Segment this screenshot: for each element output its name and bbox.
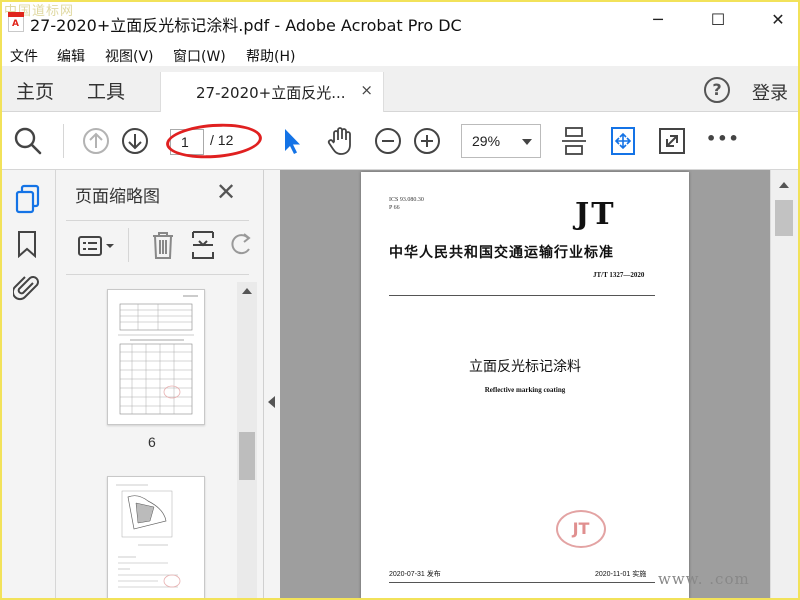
panel-divider xyxy=(66,274,249,275)
document-subtitle: Reflective marking coating xyxy=(484,386,566,394)
menu-view[interactable]: 视图(V) xyxy=(105,46,154,66)
chevron-down-icon xyxy=(522,139,532,145)
rotate-page-icon[interactable] xyxy=(230,232,252,258)
implement-date: 2020-11-01 实施 xyxy=(595,571,647,578)
pdf-page: ICS 93.080.30 P 66 JT 中华人民共和国交通运输行业标准 JT… xyxy=(361,172,689,600)
zoom-in-icon[interactable] xyxy=(411,125,443,157)
zoom-out-icon[interactable] xyxy=(372,125,404,157)
login-button[interactable]: 登录 xyxy=(752,79,788,105)
tab-close-icon[interactable]: × xyxy=(360,81,373,99)
search-icon[interactable] xyxy=(12,125,44,157)
thumbnail-panel: 页面缩略图 ✕ 6 xyxy=(56,170,264,600)
extract-pages-icon[interactable] xyxy=(190,230,216,260)
thumbnail-page-6-preview xyxy=(118,295,198,415)
zoom-select[interactable]: 29% xyxy=(461,124,541,158)
thumbnail-options-icon[interactable] xyxy=(78,234,116,260)
window-title: 27-2020+立面反光标记涂料.pdf - Adobe Acrobat Pro… xyxy=(30,16,462,35)
panel-divider xyxy=(66,220,249,221)
thumbnail-scrollbar[interactable] xyxy=(237,282,257,600)
minimize-button[interactable]: ─ xyxy=(648,10,668,30)
full-screen-icon[interactable] xyxy=(656,125,688,157)
standard-name: 中华人民共和国交通运输行业标准 xyxy=(389,245,614,261)
fit-width-icon[interactable] xyxy=(558,125,590,157)
jt-logo: JT xyxy=(575,197,616,232)
delete-page-icon[interactable] xyxy=(150,230,176,260)
document-view[interactable]: ICS 93.080.30 P 66 JT 中华人民共和国交通运输行业标准 JT… xyxy=(280,170,770,600)
tab-document-label: 27-2020+立面反光... xyxy=(196,84,346,102)
issue-date: 2020-07-31 发布 xyxy=(389,571,441,578)
page-fit-icon[interactable] xyxy=(607,125,639,157)
menu-window[interactable]: 窗口(W) xyxy=(173,46,226,66)
more-tools-icon[interactable]: ••• xyxy=(706,129,740,148)
bookmark-icon[interactable] xyxy=(16,230,38,258)
previous-page-icon[interactable] xyxy=(80,125,112,157)
acrobat-app-icon xyxy=(8,12,24,32)
menu-file[interactable]: 文件 xyxy=(10,46,38,66)
watermark-bottom: www. .com xyxy=(658,570,750,588)
ics-code-line: ICS 93.080.30 xyxy=(389,197,424,203)
thumbnail-page-6[interactable] xyxy=(107,289,205,425)
next-page-icon[interactable] xyxy=(119,125,151,157)
scroll-up-icon[interactable] xyxy=(242,288,252,294)
attachment-icon[interactable] xyxy=(13,274,41,302)
header-rule xyxy=(389,295,655,296)
tab-row: 主页 工具 27-2020+立面反光... × ? 登录 xyxy=(0,66,800,112)
zoom-value: 29% xyxy=(472,133,501,149)
toolbar: 1 / 12 29% ••• xyxy=(0,112,800,170)
jt-seal: JT xyxy=(556,510,606,548)
maximize-button[interactable]: ☐ xyxy=(708,10,728,30)
toolbar-divider xyxy=(63,124,64,158)
thumbnail-page-label: 6 xyxy=(148,434,156,450)
document-title: 立面反光标记涂料 xyxy=(469,359,581,375)
thumbnail-page-7[interactable] xyxy=(107,476,205,600)
document-scrollbar-thumb[interactable] xyxy=(775,200,793,236)
panel-tool-divider xyxy=(128,228,129,262)
thumbnail-scrollbar-thumb[interactable] xyxy=(239,432,255,480)
collapse-left-icon[interactable] xyxy=(268,396,275,408)
panel-close-icon[interactable]: ✕ xyxy=(216,178,236,206)
tab-document[interactable]: 27-2020+立面反光... × xyxy=(160,72,384,112)
hand-tool-icon[interactable] xyxy=(324,125,356,157)
panel-collapse-handle[interactable] xyxy=(264,170,280,600)
left-navigation-rail xyxy=(0,170,56,600)
footer-rule xyxy=(389,582,655,583)
title-bar: 中国道标网 27-2020+立面反光标记涂料.pdf - Adobe Acrob… xyxy=(0,0,800,44)
menu-help[interactable]: 帮助(H) xyxy=(246,46,295,66)
menu-bar: 文件 编辑 视图(V) 窗口(W) 帮助(H) xyxy=(0,44,800,66)
help-icon[interactable]: ? xyxy=(704,77,730,103)
close-window-button[interactable]: ✕ xyxy=(768,10,788,30)
tab-home[interactable]: 主页 xyxy=(16,77,54,104)
document-scrollbar[interactable] xyxy=(770,170,798,600)
ics-code: ICS 93.080.30 P 66 xyxy=(389,196,424,212)
page-thumbnails-icon[interactable] xyxy=(14,184,42,214)
thumbnail-page-7-preview xyxy=(116,484,181,588)
menu-edit[interactable]: 编辑 xyxy=(57,46,85,66)
thumbnail-panel-title: 页面缩略图 xyxy=(75,187,160,207)
classification-code: P 66 xyxy=(389,205,400,211)
scroll-up-icon[interactable] xyxy=(779,182,789,188)
tab-tools[interactable]: 工具 xyxy=(87,77,125,104)
select-pointer-icon[interactable] xyxy=(276,125,308,157)
standard-number: JT/T 1327—2020 xyxy=(593,271,645,279)
